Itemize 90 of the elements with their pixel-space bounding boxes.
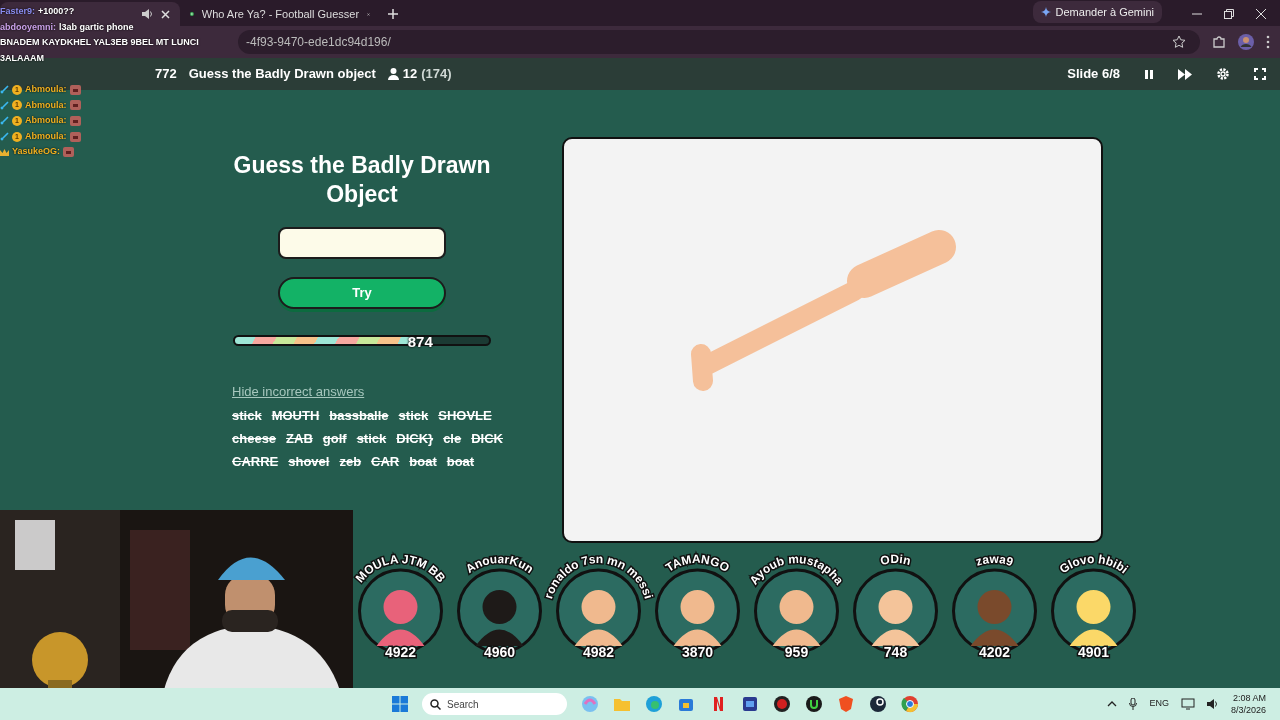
- quiz-title: Guess the Badly Drawn object: [188, 65, 376, 84]
- player-score: 3870: [681, 644, 714, 660]
- player-name: AnouarKun: [463, 551, 537, 577]
- question-title: Guess the Badly Drawn Object: [232, 151, 492, 209]
- answer-field[interactable]: [278, 227, 446, 259]
- incorrect-answer: bassballe: [329, 406, 389, 425]
- crown-icon: [0, 147, 9, 157]
- star-icon[interactable]: [1172, 35, 1186, 49]
- incorrect-answer: stick: [232, 406, 262, 425]
- chat-message: BNADEM KAYDKHEL YAL3EB 9BEL MT LUNCI: [0, 36, 199, 50]
- start-icon[interactable]: [392, 696, 408, 712]
- player-score: 4960: [483, 644, 516, 660]
- incorrect-answer: CARRE: [232, 452, 279, 471]
- settings-icon[interactable]: [1216, 67, 1230, 81]
- sword-icon: [0, 116, 9, 126]
- timer-reading: 874: [407, 332, 433, 352]
- chat-username: YasukeOG:: [12, 145, 61, 159]
- incorrect-answer: stick: [356, 429, 387, 448]
- microphone-icon[interactable]: [1129, 698, 1138, 710]
- restore-icon[interactable]: [1224, 9, 1234, 19]
- incorrect-answer: cheese: [232, 429, 277, 448]
- incorrect-answer: DICK: [471, 429, 503, 448]
- player-name: TAMANGO: [662, 551, 732, 575]
- chat-message: +1000??: [38, 5, 75, 19]
- search-placeholder: Search: [447, 697, 479, 712]
- game-pin: 772: [155, 65, 177, 84]
- hide-answers-link[interactable]: Hide incorrect answers: [232, 382, 365, 402]
- profile-avatar-icon[interactable]: [1238, 34, 1254, 50]
- incorrect-answer: boat: [409, 452, 437, 471]
- player-name: ODin: [879, 551, 913, 568]
- incorrect-answer: MOUTH: [271, 406, 320, 425]
- menu-icon[interactable]: [1266, 35, 1270, 49]
- total-count: (174): [421, 65, 452, 84]
- search-icon: [430, 698, 441, 710]
- close-icon[interactable]: [161, 9, 170, 19]
- chat-username: Abmoula:: [25, 114, 67, 128]
- player-score: 4922: [384, 644, 417, 660]
- chat-username: Faster9:: [0, 5, 35, 19]
- chat-username: Abmoula:: [25, 129, 67, 143]
- player-count: 12: [402, 65, 418, 84]
- language-indicator[interactable]: ENG: [1149, 697, 1169, 711]
- person-icon: [387, 68, 399, 80]
- player-score: 4982: [582, 644, 615, 660]
- incorrect-answer: stick: [398, 406, 429, 425]
- sword-icon: [0, 132, 9, 142]
- u-logo-icon[interactable]: [805, 695, 823, 713]
- chat-message: 3ALAAAM: [0, 51, 44, 65]
- player-score: 4901: [1077, 644, 1110, 660]
- chat-username: Abmoula:: [25, 83, 67, 96]
- square-app-icon[interactable]: [741, 695, 759, 713]
- player-score: 748: [883, 644, 908, 660]
- close-icon[interactable]: [1256, 9, 1266, 19]
- incorrect-answer: golf: [322, 429, 347, 448]
- incorrect-answer: ZAB: [286, 429, 313, 448]
- speaker-icon[interactable]: [142, 9, 153, 19]
- sparkle-icon: [1040, 6, 1051, 17]
- fast-forward-icon[interactable]: [1178, 68, 1192, 80]
- fullscreen-icon[interactable]: [1254, 68, 1266, 80]
- sword-icon: [0, 85, 9, 95]
- volume-icon[interactable]: [1206, 699, 1219, 709]
- chat-username: abdooyemni:: [0, 20, 56, 34]
- clock-date[interactable]: 8/3/2026: [1230, 704, 1266, 716]
- browser-tab[interactable]: Who Are Ya? - Football Guesser: [180, 2, 380, 26]
- url-text: -4f93-9470-ede1dc94d196/: [246, 34, 391, 51]
- chat-message: l3ab gartic phone: [59, 20, 134, 34]
- incorrect-answer: cle: [443, 429, 462, 448]
- sword-icon: [0, 100, 9, 110]
- incorrect-answer: DICK}: [396, 429, 434, 448]
- incorrect-answer: shovel: [288, 452, 330, 471]
- incorrect-answer: CAR: [371, 452, 400, 471]
- chevron-up-icon[interactable]: [1107, 701, 1118, 707]
- puzzle-icon[interactable]: [1212, 35, 1226, 49]
- gemini-button[interactable]: Demander à Gemini: [1032, 0, 1162, 23]
- tab-title: Who Are Ya? - Football Guesser: [201, 6, 360, 22]
- incorrect-answer: SHOVLE: [438, 406, 492, 425]
- address-bar[interactable]: -4f93-9470-ede1dc94d196/: [238, 30, 1200, 54]
- clock-time[interactable]: 2:08 AM: [1232, 692, 1266, 704]
- chat-username: Abmoula:: [25, 98, 67, 112]
- incorrect-answer: zeb: [339, 452, 362, 471]
- slide-counter: Slide 6/8: [1067, 65, 1120, 84]
- search-field[interactable]: Search: [422, 693, 567, 715]
- player-score: 959: [784, 644, 809, 660]
- browser-icon[interactable]: [901, 695, 919, 713]
- incorrect-answer: boat: [446, 452, 475, 471]
- player-name: Glovo hbibi: [1056, 551, 1131, 577]
- pause-icon[interactable]: [1144, 68, 1154, 80]
- network-icon[interactable]: [1180, 698, 1195, 710]
- player-name: zawa9: [973, 551, 1015, 569]
- player-score: 4202: [978, 644, 1011, 660]
- record-icon[interactable]: [773, 695, 791, 713]
